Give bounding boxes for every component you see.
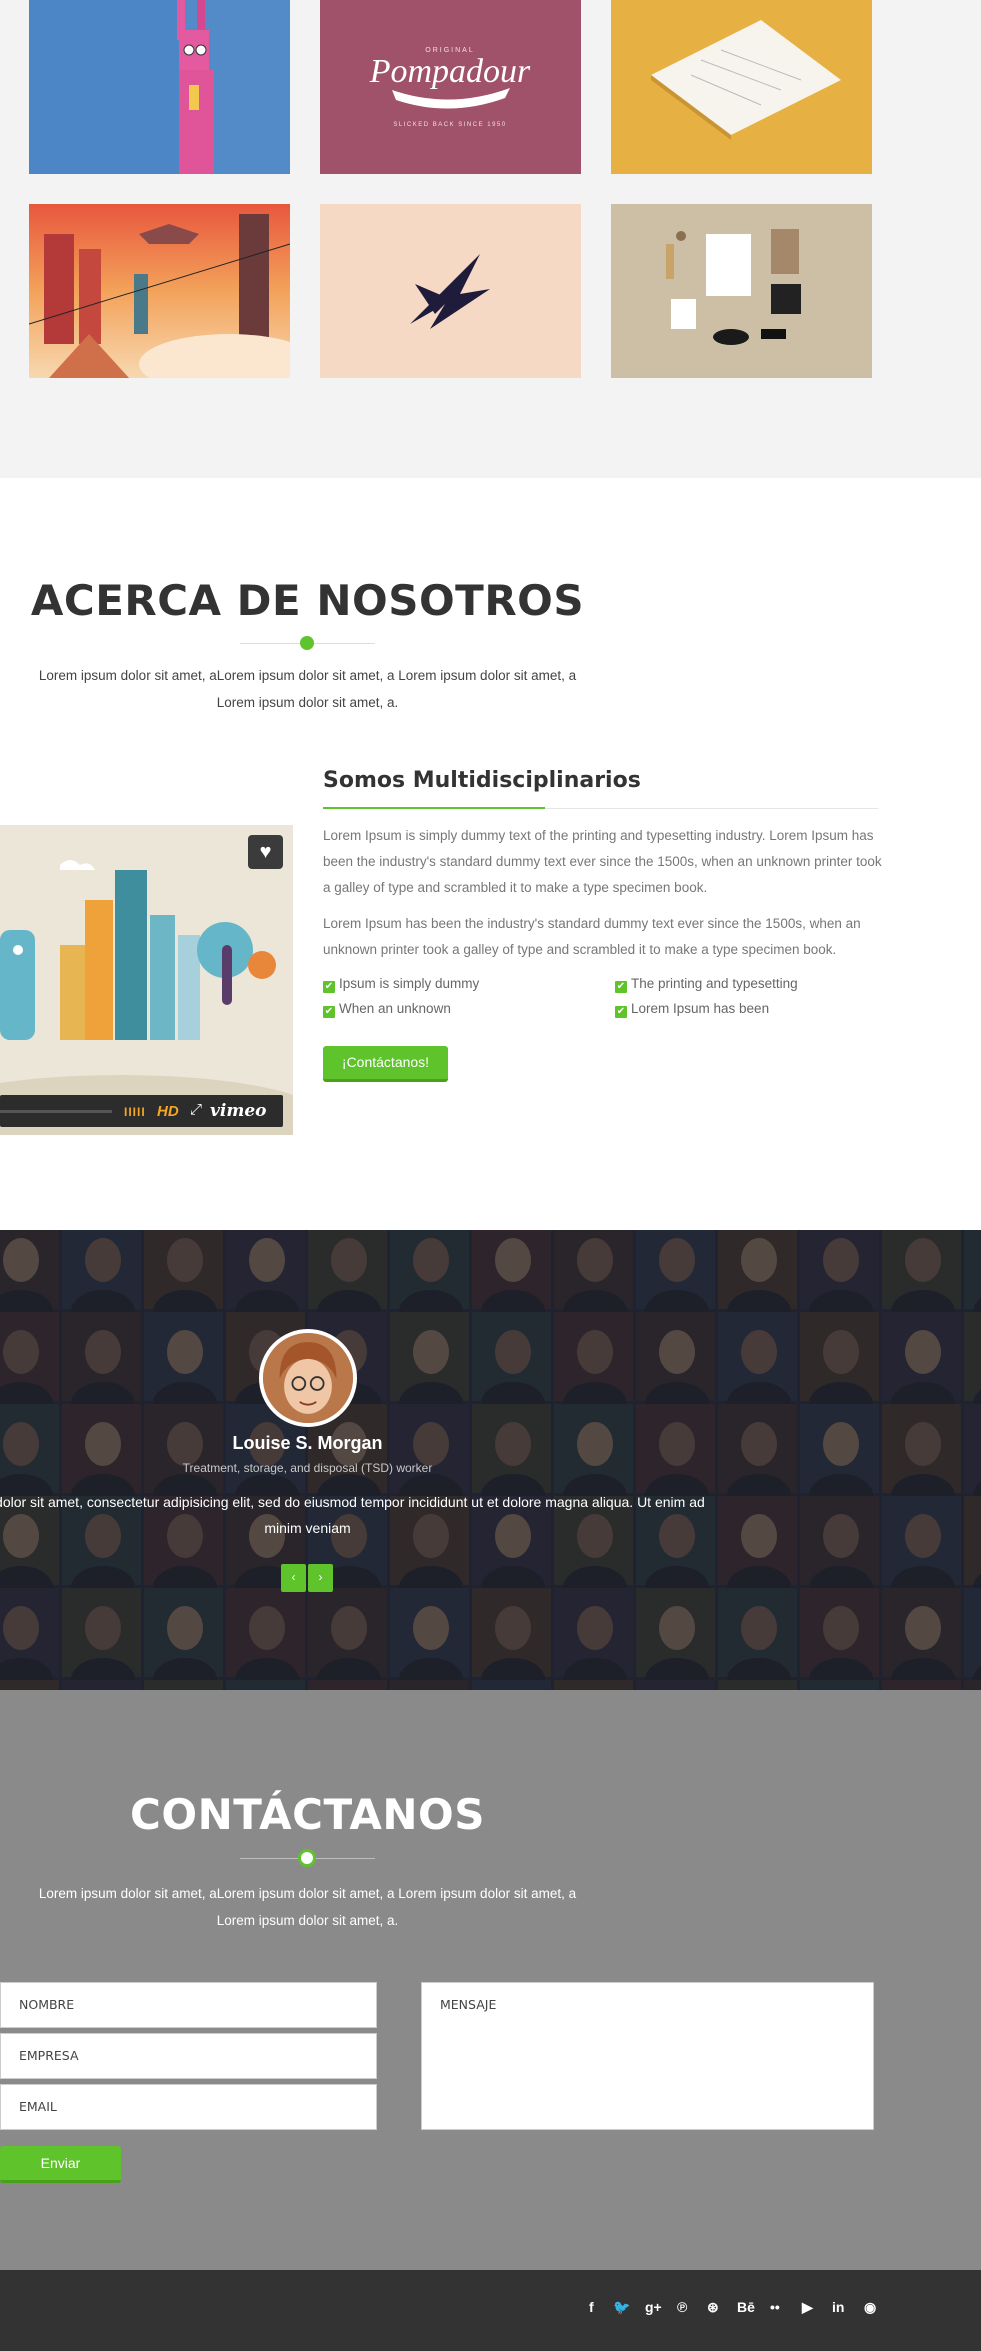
about-section: ACERCA DE NOSOTROS Lorem ipsum dolor sit… (0, 478, 981, 1230)
stationery-mockup (611, 204, 872, 378)
portfolio-section: ORIGINAL Pompadour SLICKED BACK SINCE 19… (0, 0, 981, 478)
contact-title: CONTÁCTANOS (130, 1790, 485, 1839)
pinterest-icon[interactable]: ℗ (677, 2299, 687, 2315)
send-button[interactable]: Enviar (0, 2146, 121, 2183)
fullscreen-icon[interactable]: ⤢ (190, 1101, 202, 1118)
behance-icon[interactable]: Bē (737, 2299, 755, 2315)
paper-mockup (611, 0, 872, 174)
portfolio-item-city[interactable] (29, 204, 290, 378)
prev-arrow-icon[interactable]: ‹ (281, 1564, 306, 1592)
portfolio-item-pompadour[interactable]: ORIGINAL Pompadour SLICKED BACK SINCE 19… (320, 0, 581, 174)
checklist-item: ✔ Ipsum is simply dummy (323, 976, 480, 993)
company-field[interactable]: EMPRESA (0, 2033, 377, 2079)
contact-section: CONTÁCTANOS Lorem ipsum dolor sit amet, … (0, 1690, 981, 2270)
about-subtitle: Somos Multidisciplinarios (323, 768, 641, 793)
volume-icon[interactable]: IIIII (124, 1105, 146, 1119)
testimonials-section: Louise S. Morgan Treatment, storage, and… (0, 1230, 981, 1690)
about-title: ACERCA DE NOSOTROS (30, 576, 585, 625)
twitter-icon[interactable]: 🐦 (613, 2299, 630, 2316)
checklist-item: ✔ The printing and typesetting (615, 976, 798, 993)
video-thumbnail (0, 825, 293, 1135)
footer: f 🐦 g+ ℗ ⊛ Bē •• ▶ in ◉ (0, 2270, 981, 2351)
contact-us-button[interactable]: ¡Contáctanos! (323, 1046, 448, 1082)
contact-intro: Lorem ipsum dolor sit amet, aLorem ipsum… (38, 1886, 577, 1928)
checklist-item: ✔ When an unknown (323, 1001, 451, 1018)
video-progress-bar[interactable] (0, 1110, 112, 1113)
next-arrow-icon[interactable]: › (308, 1564, 333, 1592)
check-icon: ✔ (323, 1006, 335, 1018)
pompadour-sub-text: SLICKED BACK SINCE 1950 (393, 122, 506, 128)
contact-divider (240, 1849, 375, 1867)
pompadour-logo: ORIGINAL Pompadour SLICKED BACK SINCE 19… (320, 0, 581, 174)
flickr-icon[interactable]: •• (770, 2299, 780, 2315)
about-paragraph-1: Lorem Ipsum is simply dummy text of the … (323, 828, 882, 895)
pompadour-main-text: Pompadour (369, 53, 531, 90)
like-heart-icon[interactable]: ♥ (248, 835, 283, 869)
testimonial-name: Louise S. Morgan (232, 1433, 383, 1453)
portfolio-item-rabbit[interactable] (29, 0, 290, 174)
about-subtitle-divider (323, 807, 878, 809)
plane-logo (320, 204, 581, 378)
github-icon[interactable]: ◉ (864, 2299, 876, 2316)
city-illustration (29, 204, 290, 378)
about-paragraph-2: Lorem Ipsum has been the industry's stan… (323, 916, 861, 957)
testimonial-quote: Lorem ipsum dolor sit amet, consectetur … (0, 1494, 705, 1536)
testimonial-avatar (259, 1329, 357, 1427)
check-icon: ✔ (323, 981, 335, 993)
facebook-icon[interactable]: f (589, 2299, 594, 2315)
portfolio-item-paper[interactable] (611, 0, 872, 174)
portfolio-item-stationery[interactable] (611, 204, 872, 378)
check-icon: ✔ (615, 981, 627, 993)
about-divider (240, 636, 375, 650)
vimeo-logo[interactable]: vimeo (210, 1101, 266, 1121)
checklist-item: ✔ Lorem Ipsum has been (615, 1001, 770, 1018)
faces-background (0, 1230, 981, 1690)
rabbit-illustration (29, 0, 290, 174)
hd-toggle[interactable]: HD (157, 1103, 179, 1120)
linkedin-icon[interactable]: in (832, 2299, 844, 2315)
name-field[interactable]: NOMBRE (0, 1982, 377, 2028)
video-player[interactable]: ♥ IIIII HD ⤢ vimeo (0, 825, 293, 1135)
check-icon: ✔ (615, 1006, 627, 1018)
about-intro: Lorem ipsum dolor sit amet, aLorem ipsum… (38, 668, 577, 710)
testimonial-role: Treatment, storage, and disposal (TSD) w… (182, 1461, 433, 1475)
youtube-icon[interactable]: ▶ (802, 2299, 813, 2316)
video-controls: IIIII HD ⤢ vimeo (0, 1095, 283, 1127)
dribbble-icon[interactable]: ⊛ (707, 2299, 719, 2316)
email-field[interactable]: EMAIL (0, 2084, 377, 2130)
portfolio-item-plane[interactable] (320, 204, 581, 378)
message-field[interactable]: MENSAJE (421, 1982, 874, 2130)
google-plus-icon[interactable]: g+ (645, 2299, 662, 2315)
